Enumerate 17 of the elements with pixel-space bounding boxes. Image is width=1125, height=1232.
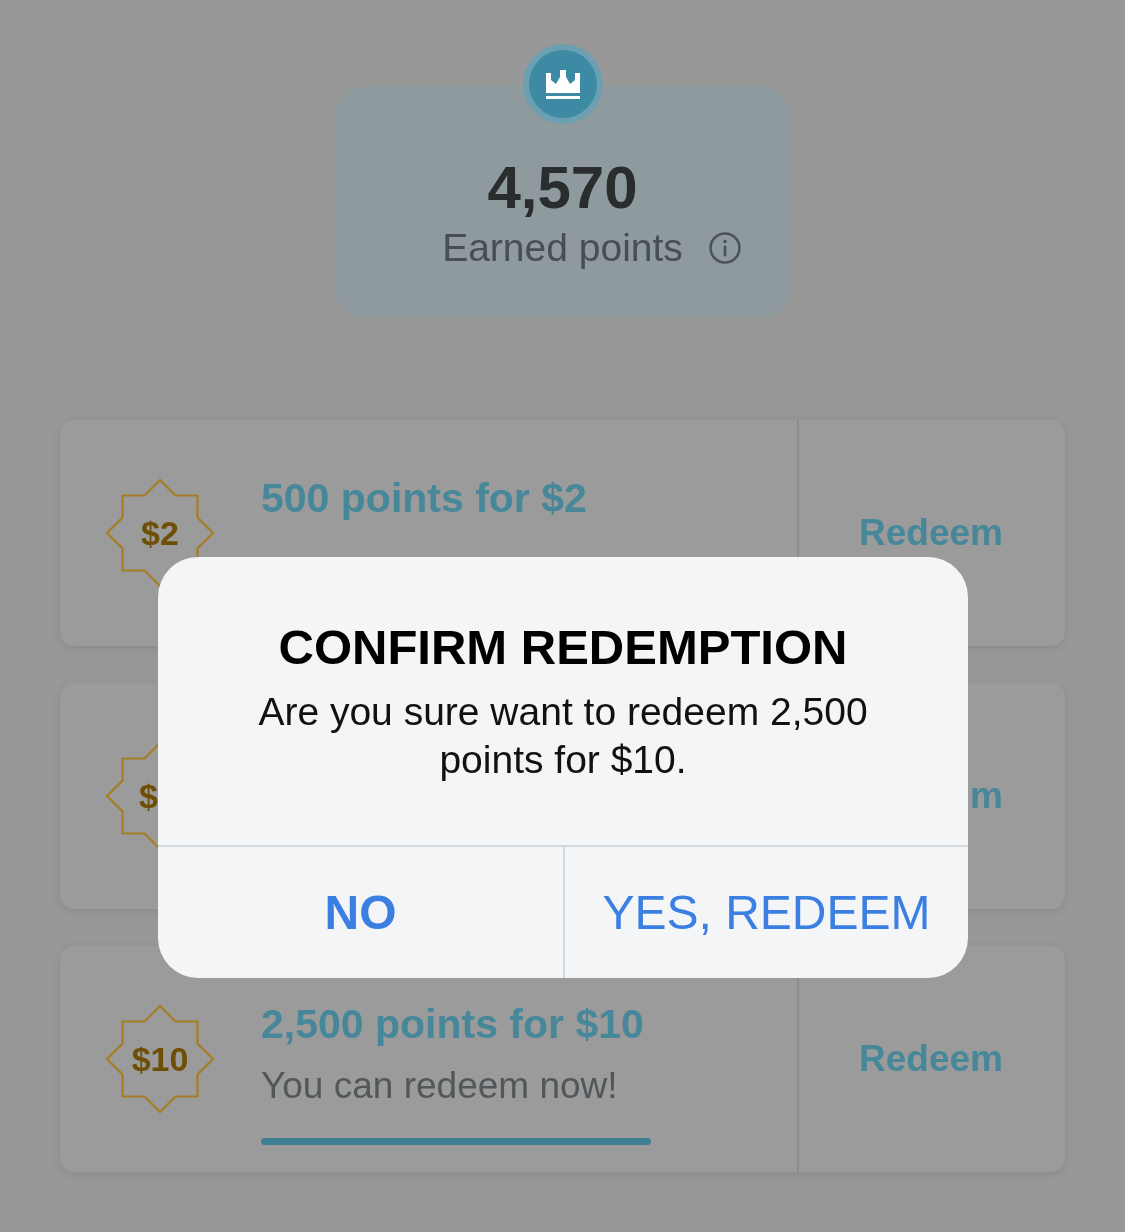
dialog-title: CONFIRM REDEMPTION	[278, 619, 848, 676]
badge-value: $	[139, 779, 158, 813]
badge-value: $10	[131, 1042, 189, 1076]
reward-title: 500 points for $2	[261, 474, 587, 522]
redeem-button[interactable]: m	[970, 775, 1003, 817]
crown-icon	[522, 44, 603, 124]
redeem-button[interactable]: Redeem	[859, 1038, 1003, 1080]
reward-title: 2,500 points for $10	[261, 1000, 644, 1048]
info-icon[interactable]	[708, 232, 741, 264]
points-value: 4,570	[487, 158, 638, 218]
badge-value: $2	[141, 516, 179, 550]
dialog-message: Are you sure want to redeem 2,500 points for $10.	[257, 689, 869, 783]
cancel-button[interactable]: NO	[158, 847, 563, 978]
reward-subtitle: You can redeem now!	[261, 1064, 618, 1108]
redeem-button[interactable]: Redeem	[859, 512, 1003, 554]
confirm-button[interactable]: YES, REDEEM	[563, 847, 968, 978]
points-label: Earned points	[442, 228, 683, 268]
